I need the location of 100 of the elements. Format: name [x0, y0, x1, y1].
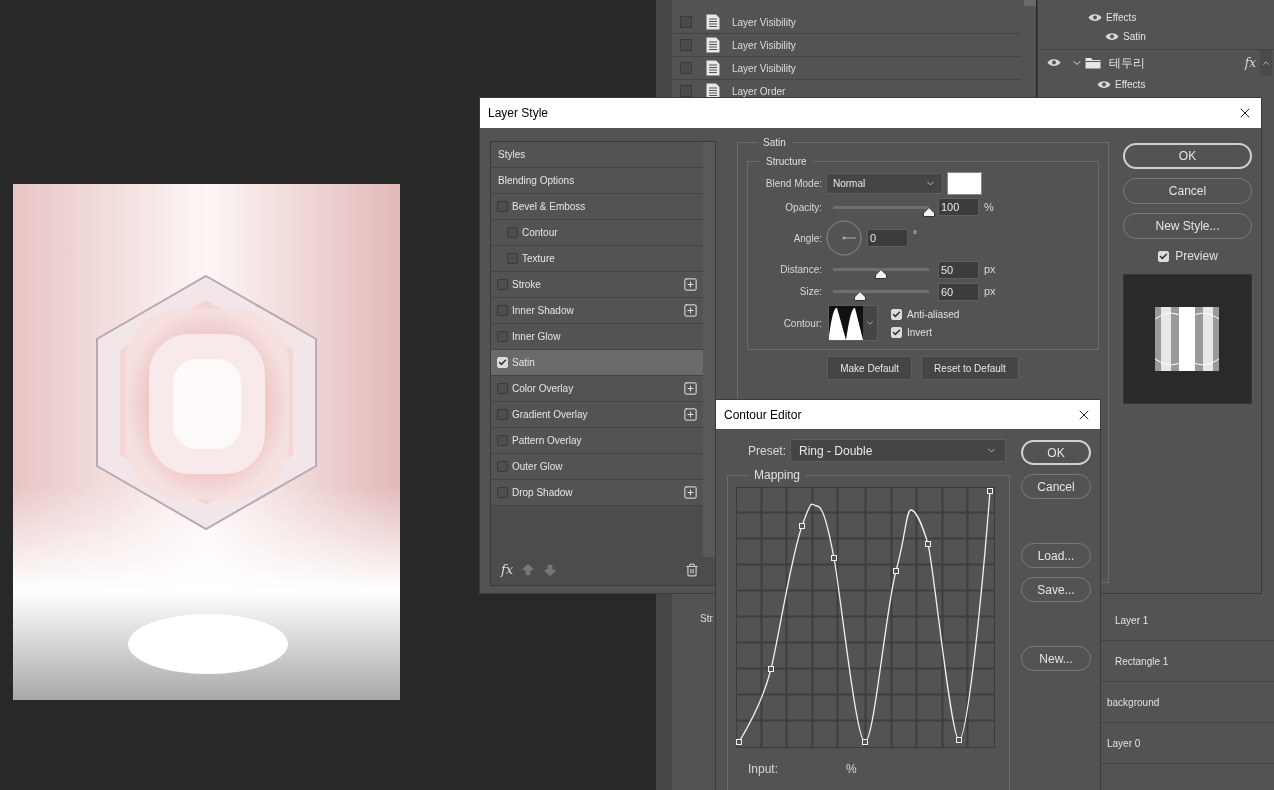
checkbox-label: Preview: [1175, 248, 1218, 265]
value-field[interactable]: 0: [867, 229, 908, 247]
effect-label: Satin: [1123, 30, 1146, 44]
color-swatch[interactable]: [947, 171, 982, 195]
field-label: Input:: [748, 761, 780, 778]
dialog-button[interactable]: New Style...: [1123, 213, 1252, 239]
style-list-item[interactable]: Outer Glow: [491, 454, 703, 480]
panel-label: Str: [700, 612, 714, 626]
style-list-item[interactable]: Satin: [491, 350, 703, 376]
document-icon: [706, 37, 720, 53]
style-label: Drop Shadow: [512, 486, 574, 500]
eye-icon[interactable]: [1105, 32, 1119, 41]
field-label: Preset:: [747, 442, 786, 460]
checkbox[interactable]: [507, 227, 518, 238]
style-list-item[interactable]: Pattern Overlay: [491, 428, 703, 454]
contour-thumbnail: [829, 306, 863, 340]
checkbox[interactable]: [497, 435, 508, 446]
preset-select[interactable]: Ring - Double: [790, 439, 1006, 462]
dialog-button[interactable]: Cancel: [1123, 178, 1252, 204]
style-list-item[interactable]: Blending Options: [491, 168, 703, 194]
style-label: Inner Shadow: [512, 304, 575, 318]
style-list-item[interactable]: Drop Shadow: [491, 480, 703, 506]
layer-name: Layer 1: [1115, 613, 1149, 628]
layer-name: Layer 0: [1107, 736, 1141, 751]
add-icon[interactable]: [683, 381, 698, 396]
layer-name: background: [1107, 695, 1160, 710]
window-title: Contour Editor: [724, 406, 802, 424]
dialog-button[interactable]: OK: [1021, 440, 1091, 465]
contour-curve-graph[interactable]: [736, 487, 995, 748]
field-label: Size:: [798, 285, 822, 299]
checkbox[interactable]: [497, 383, 508, 394]
add-icon[interactable]: [683, 303, 698, 318]
history-item[interactable]: Layer Visibility: [672, 34, 1020, 57]
style-list-item[interactable]: Stroke: [491, 272, 703, 298]
eye-icon[interactable]: [1047, 58, 1061, 67]
layer-name: 테두리: [1109, 54, 1146, 72]
document-icon: [706, 60, 720, 76]
style-list-item[interactable]: Color Overlay: [491, 376, 703, 402]
add-icon[interactable]: [683, 277, 698, 292]
fx-label: fx: [1244, 54, 1256, 72]
dialog-button[interactable]: Cancel: [1021, 474, 1091, 499]
value-field[interactable]: 60: [938, 282, 979, 301]
eye-icon[interactable]: [1097, 80, 1111, 89]
dialog-button[interactable]: Reset to Default: [921, 356, 1019, 380]
style-list-item[interactable]: Bevel & Emboss: [491, 194, 703, 220]
checkbox[interactable]: [680, 39, 692, 51]
checkbox[interactable]: [497, 279, 508, 290]
scrollbar[interactable]: [1024, 0, 1036, 6]
field-label: Angle:: [792, 231, 822, 246]
checkbox[interactable]: [507, 253, 518, 264]
history-item[interactable]: Layer Visibility: [672, 11, 1020, 34]
style-label: Outer Glow: [512, 460, 564, 474]
checkbox[interactable]: [497, 201, 508, 212]
checkbox[interactable]: [497, 461, 508, 472]
value-field[interactable]: 100: [938, 198, 979, 216]
checkbox[interactable]: [680, 85, 692, 97]
unit-label: px: [984, 284, 996, 300]
slider-thumb[interactable]: [923, 206, 935, 217]
checkbox[interactable]: [497, 487, 508, 498]
dialog-button[interactable]: OK: [1123, 143, 1252, 169]
style-label: Gradient Overlay: [512, 408, 589, 422]
checkbox[interactable]: [680, 16, 692, 28]
style-list-item[interactable]: Inner Shadow: [491, 298, 703, 324]
dialog-button[interactable]: New...: [1021, 646, 1091, 671]
scrollbar[interactable]: [703, 142, 715, 557]
history-label: Layer Visibility: [732, 38, 796, 53]
style-label: Texture: [522, 252, 556, 266]
group-title: Satin: [762, 136, 787, 150]
delete-icon[interactable]: [685, 563, 699, 577]
style-list-item[interactable]: Gradient Overlay: [491, 402, 703, 428]
checkbox[interactable]: [680, 62, 692, 74]
effects-menu-button[interactable]: fx: [501, 560, 514, 580]
history-item[interactable]: Layer Visibility: [672, 57, 1020, 80]
dialog-button[interactable]: Save...: [1021, 577, 1091, 602]
style-list-item[interactable]: Styles: [491, 142, 703, 168]
folder-icon: [1085, 56, 1101, 69]
window-title: Layer Style: [488, 105, 549, 122]
field-label: Blend Mode:: [764, 176, 822, 191]
add-icon[interactable]: [683, 485, 698, 500]
dialog-button[interactable]: Load...: [1021, 543, 1091, 568]
style-list-item[interactable]: Texture: [491, 246, 703, 272]
checkbox[interactable]: [497, 305, 508, 316]
add-icon[interactable]: [683, 407, 698, 422]
value-field[interactable]: 50: [938, 260, 979, 279]
history-label: Layer Visibility: [732, 15, 796, 30]
layer-group-row[interactable]: 테두리 fx: [1038, 49, 1274, 75]
group-title: Structure: [765, 155, 808, 169]
checkbox[interactable]: [497, 331, 508, 342]
checkbox[interactable]: [497, 409, 508, 420]
dialog-button[interactable]: Make Default: [827, 356, 913, 380]
slider-thumb[interactable]: [853, 291, 866, 301]
style-list-item[interactable]: Inner Glow: [491, 324, 703, 350]
blend-mode-select[interactable]: Normal: [826, 172, 943, 194]
dropdown-icon: [865, 318, 875, 328]
slider-thumb[interactable]: [875, 269, 887, 279]
history-label: Layer Visibility: [732, 61, 796, 76]
contour-picker[interactable]: [828, 305, 878, 341]
document-icon: [706, 14, 720, 30]
eye-icon[interactable]: [1088, 13, 1102, 22]
style-list-item[interactable]: Contour: [491, 220, 703, 246]
